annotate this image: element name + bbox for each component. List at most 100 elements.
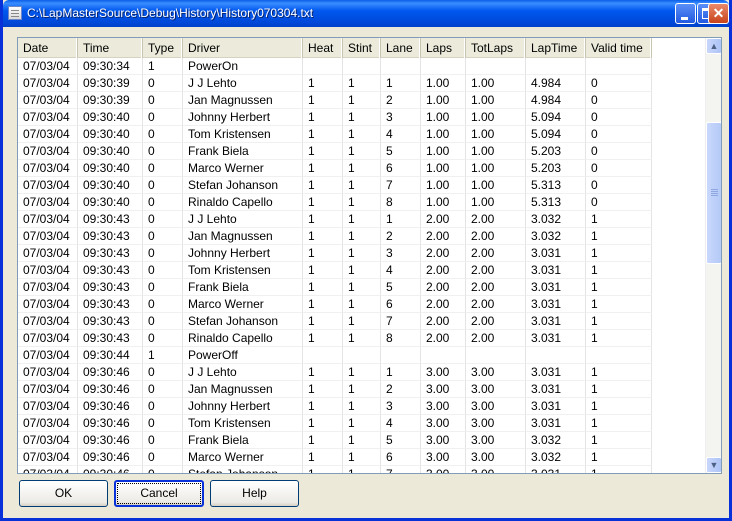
column-header-lane[interactable]: Lane xyxy=(381,38,421,58)
table-cell: 1 xyxy=(343,432,381,449)
table-cell: Frank Biela xyxy=(183,432,303,449)
table-cell: 2.00 xyxy=(421,228,466,245)
table-cell: 0 xyxy=(586,194,652,211)
table-cell: 5.203 xyxy=(526,160,586,177)
table-cell: Johnny Herbert xyxy=(183,398,303,415)
table-cell: 2.00 xyxy=(466,313,526,330)
table-row[interactable]: 07/03/04 09:30:46 0 Tom Kristensen 1 1 4 3.00 3.… xyxy=(18,415,652,432)
ok-button[interactable]: OK xyxy=(19,480,108,507)
column-header-stint[interactable]: Stint xyxy=(343,38,381,58)
table-row[interactable]: 07/03/04 09:30:34 1 PowerOn xyxy=(18,58,652,75)
column-header-heat[interactable]: Heat xyxy=(303,38,343,58)
table-cell: 5.094 xyxy=(526,126,586,143)
table-cell: 2.00 xyxy=(421,313,466,330)
column-header-date[interactable]: Date xyxy=(18,38,78,58)
table-cell: 3.031 xyxy=(526,415,586,432)
table-cell: 07/03/04 xyxy=(18,126,78,143)
table-cell: 3 xyxy=(381,109,421,126)
table-row[interactable]: 07/03/04 09:30:46 0 Jan Magnussen 1 1 2 3.00 3.0… xyxy=(18,381,652,398)
table-cell: Marco Werner xyxy=(183,449,303,466)
table-cell: 0 xyxy=(586,177,652,194)
vertical-scrollbar[interactable]: ▲ ▼ xyxy=(705,38,721,473)
table-cell: Tom Kristensen xyxy=(183,126,303,143)
table-cell: 4 xyxy=(381,415,421,432)
close-button[interactable]: ✕ xyxy=(708,3,729,24)
table-cell: 09:30:46 xyxy=(78,466,143,473)
table-row[interactable]: 07/03/04 09:30:43 0 Rinaldo Capello 1 1 8 2.00 2… xyxy=(18,330,652,347)
table-cell: 09:30:39 xyxy=(78,75,143,92)
table-row[interactable]: 07/03/04 09:30:40 0 Rinaldo Capello 1 1 8 1.00 1… xyxy=(18,194,652,211)
history-list[interactable]: Date Time Type Driver Heat Stint Lane Laps TotLa… xyxy=(17,37,722,474)
minimize-button[interactable] xyxy=(675,3,696,24)
scroll-up-button[interactable]: ▲ xyxy=(706,38,721,54)
table-row[interactable]: 07/03/04 09:30:44 1 PowerOff xyxy=(18,347,652,364)
table-row[interactable]: 07/03/04 09:30:43 0 Jan Magnussen 1 1 2 2.00 2.0… xyxy=(18,228,652,245)
table-row[interactable]: 07/03/04 09:30:40 0 Marco Werner 1 1 6 1.00 1.00… xyxy=(18,160,652,177)
table-cell: Frank Biela xyxy=(183,279,303,296)
table-cell: 07/03/04 xyxy=(18,160,78,177)
table-cell: 1 xyxy=(303,75,343,92)
table-row[interactable]: 07/03/04 09:30:40 0 Frank Biela 1 1 5 1.00 1.00 5… xyxy=(18,143,652,160)
table-cell: 1 xyxy=(343,279,381,296)
table-cell: 0 xyxy=(143,92,183,109)
table-cell: 0 xyxy=(143,160,183,177)
table-cell: 3.00 xyxy=(421,449,466,466)
title-bar[interactable]: C:\LapMasterSource\Debug\History\History… xyxy=(3,0,729,27)
scroll-thumb[interactable] xyxy=(706,122,721,264)
table-row[interactable]: 07/03/04 09:30:43 0 J J Lehto 1 1 1 2.00 2.00 3.0… xyxy=(18,211,652,228)
table-cell: 1 xyxy=(343,466,381,473)
column-header-type[interactable]: Type xyxy=(143,38,183,58)
column-header-laps[interactable]: Laps xyxy=(421,38,466,58)
table-cell: 8 xyxy=(381,330,421,347)
table-cell: 3.00 xyxy=(421,364,466,381)
column-header-driver[interactable]: Driver xyxy=(183,38,303,58)
table-row[interactable]: 07/03/04 09:30:43 0 Stefan Johanson 1 1 7 2.00 2… xyxy=(18,313,652,330)
table-row[interactable]: 07/03/04 09:30:39 0 J J Lehto 1 1 1 1.00 1.00 4.9… xyxy=(18,75,652,92)
table-cell: 0 xyxy=(143,466,183,473)
column-header-laptime[interactable]: LapTime xyxy=(526,38,586,58)
table-cell: 1 xyxy=(343,330,381,347)
table-row[interactable]: 07/03/04 09:30:43 0 Frank Biela 1 1 5 2.00 2.00 3… xyxy=(18,279,652,296)
table-row[interactable]: 07/03/04 09:30:46 0 J J Lehto 1 1 1 3.00 3.00 3.0… xyxy=(18,364,652,381)
table-cell xyxy=(526,347,586,364)
table-row[interactable]: 07/03/04 09:30:46 0 Stefan Johanson 1 1 7 3.00 3… xyxy=(18,466,652,473)
help-button[interactable]: Help xyxy=(210,480,299,507)
table-cell: 2.00 xyxy=(421,245,466,262)
table-cell: 0 xyxy=(143,279,183,296)
table-cell: 09:30:43 xyxy=(78,313,143,330)
table-cell: 09:30:46 xyxy=(78,449,143,466)
table-cell: J J Lehto xyxy=(183,211,303,228)
history-dialog: C:\LapMasterSource\Debug\History\History… xyxy=(0,0,732,521)
table-cell: 1 xyxy=(303,398,343,415)
list-header: Date Time Type Driver Heat Stint Lane Laps TotLa… xyxy=(18,38,652,58)
table-cell: 0 xyxy=(143,228,183,245)
table-row[interactable]: 07/03/04 09:30:40 0 Tom Kristensen 1 1 4 1.00 1.… xyxy=(18,126,652,143)
table-row[interactable]: 07/03/04 09:30:43 0 Tom Kristensen 1 1 4 2.00 2.… xyxy=(18,262,652,279)
table-cell: Johnny Herbert xyxy=(183,245,303,262)
column-header-valid-time[interactable]: Valid time xyxy=(586,38,652,58)
table-cell: 1 xyxy=(343,449,381,466)
table-row[interactable]: 07/03/04 09:30:46 0 Marco Werner 1 1 6 3.00 3.00… xyxy=(18,449,652,466)
table-row[interactable]: 07/03/04 09:30:39 0 Jan Magnussen 1 1 2 1.00 1.0… xyxy=(18,92,652,109)
table-cell: 2.00 xyxy=(466,228,526,245)
column-header-time[interactable]: Time xyxy=(78,38,143,58)
column-header-totlaps[interactable]: TotLaps xyxy=(466,38,526,58)
table-cell: 09:30:43 xyxy=(78,279,143,296)
cancel-button[interactable]: Cancel xyxy=(114,480,204,507)
table-cell: 1 xyxy=(343,415,381,432)
table-cell: 1 xyxy=(343,381,381,398)
table-row[interactable]: 07/03/04 09:30:40 0 Johnny Herbert 1 1 3 1.00 1.… xyxy=(18,109,652,126)
table-cell: 1.00 xyxy=(421,194,466,211)
scroll-down-button[interactable]: ▼ xyxy=(706,457,721,473)
table-row[interactable]: 07/03/04 09:30:40 0 Stefan Johanson 1 1 7 1.00 1… xyxy=(18,177,652,194)
table-row[interactable]: 07/03/04 09:30:46 0 Frank Biela 1 1 5 3.00 3.00 3… xyxy=(18,432,652,449)
table-cell: 2.00 xyxy=(466,279,526,296)
table-cell: 0 xyxy=(143,398,183,415)
table-cell: 1 xyxy=(343,398,381,415)
table-row[interactable]: 07/03/04 09:30:43 0 Marco Werner 1 1 6 2.00 2.00… xyxy=(18,296,652,313)
table-cell: 1 xyxy=(381,211,421,228)
table-row[interactable]: 07/03/04 09:30:46 0 Johnny Herbert 1 1 3 3.00 3.… xyxy=(18,398,652,415)
table-cell: 09:30:40 xyxy=(78,143,143,160)
table-cell: 1 xyxy=(303,296,343,313)
table-row[interactable]: 07/03/04 09:30:43 0 Johnny Herbert 1 1 3 2.00 2.… xyxy=(18,245,652,262)
